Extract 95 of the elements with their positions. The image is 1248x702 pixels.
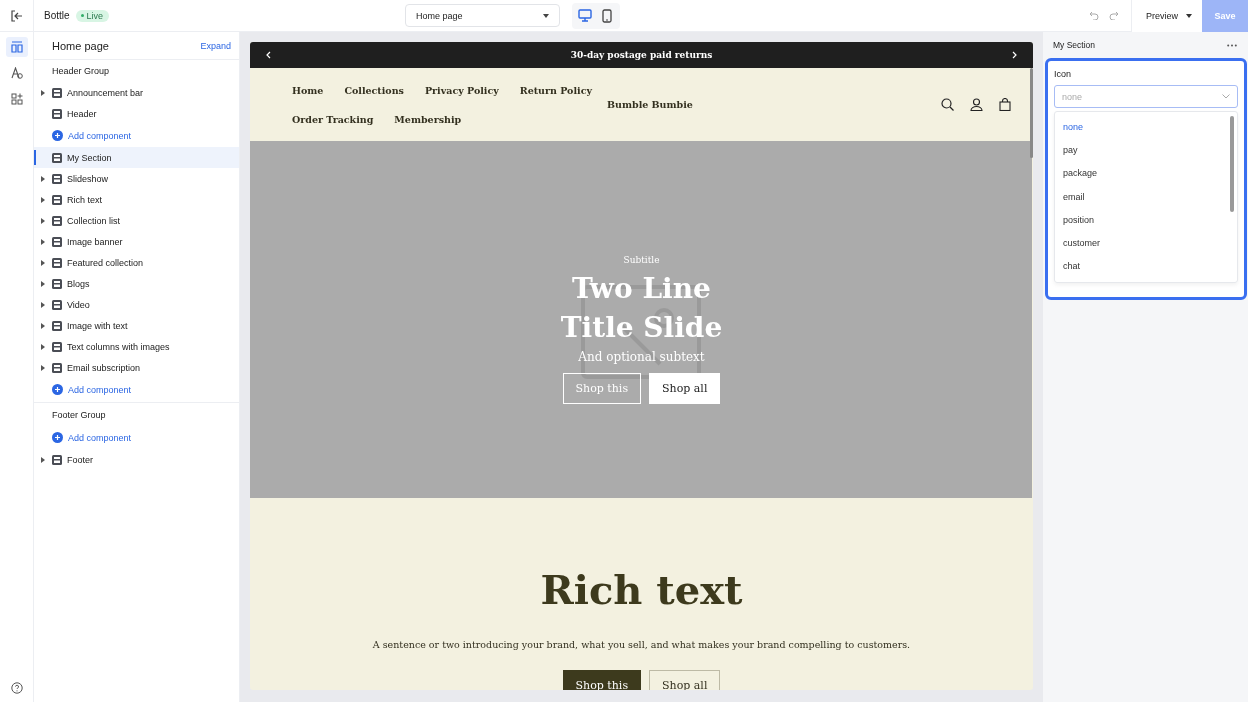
- bag-icon[interactable]: [999, 98, 1011, 111]
- add-blocks-icon[interactable]: [10, 93, 23, 105]
- chevron-down-icon: [1222, 94, 1230, 99]
- section-icon: [52, 194, 62, 205]
- help-icon[interactable]: [10, 682, 23, 694]
- search-icon[interactable]: [941, 98, 954, 111]
- rich-text-title: Rich text: [540, 566, 743, 613]
- dropdown-option[interactable]: none: [1055, 115, 1237, 139]
- expand-link[interactable]: Expand: [200, 40, 231, 51]
- section-item[interactable]: Text columns with images: [34, 336, 239, 357]
- more-icon[interactable]: [1227, 43, 1237, 47]
- expand-caret-icon[interactable]: [40, 280, 46, 287]
- status-badge: Live: [75, 9, 110, 22]
- section-icon: [52, 362, 62, 373]
- add-component-link[interactable]: Add component: [34, 426, 239, 449]
- desktop-icon[interactable]: [578, 9, 593, 22]
- chevron-right-icon[interactable]: [1012, 51, 1017, 59]
- hero-subtext: And optional subtext: [578, 350, 705, 364]
- hero-title: Two Line Title Slide: [560, 271, 723, 346]
- section-icon: [52, 320, 62, 331]
- expand-caret-icon[interactable]: [40, 322, 46, 329]
- section-item[interactable]: Email subscription: [34, 357, 239, 378]
- section-item[interactable]: Image banner: [34, 231, 239, 252]
- dropdown-option[interactable]: email: [1055, 184, 1237, 209]
- section-icon: [52, 108, 62, 119]
- section-icon: [52, 173, 62, 184]
- section-item[interactable]: Rich text: [34, 189, 239, 210]
- expand-caret-icon[interactable]: [40, 301, 46, 308]
- nav-link[interactable]: Collections: [344, 84, 404, 96]
- section-item[interactable]: Collection list: [34, 210, 239, 231]
- expand-caret-icon[interactable]: [40, 217, 46, 224]
- chevron-left-icon[interactable]: [266, 51, 271, 59]
- expand-caret-icon[interactable]: [40, 238, 46, 245]
- layout-icon[interactable]: [10, 41, 23, 53]
- dropdown-option[interactable]: package: [1055, 161, 1237, 185]
- section-item[interactable]: Slideshow: [34, 168, 239, 189]
- plus-icon: [52, 130, 63, 141]
- dropdown-option[interactable]: position: [1055, 208, 1237, 232]
- preview-button[interactable]: Preview: [1131, 0, 1202, 32]
- expand-caret-icon[interactable]: [40, 343, 46, 350]
- announcement-text: 30-day postage paid returns: [570, 50, 713, 60]
- mobile-icon[interactable]: [602, 8, 613, 23]
- nav-link[interactable]: Order Tracking: [292, 113, 374, 125]
- group-heading: Header Group: [51, 65, 111, 78]
- font-shapes-icon[interactable]: [10, 67, 23, 79]
- caret-icon: [543, 13, 550, 18]
- section-icon: [52, 87, 62, 98]
- expand-caret-icon[interactable]: [40, 196, 46, 203]
- section-icon: [52, 278, 62, 289]
- section-icon: [52, 215, 62, 226]
- caret-icon: [1186, 13, 1192, 18]
- section-icon: [52, 236, 62, 247]
- expand-caret-icon[interactable]: [40, 175, 46, 182]
- sidebar-title: Home page: [52, 39, 109, 52]
- add-component-link[interactable]: Add component: [34, 378, 239, 401]
- section-icon: [52, 257, 62, 268]
- section-item[interactable]: Footer: [34, 449, 239, 470]
- group-heading: Footer Group: [51, 409, 107, 422]
- shop-button[interactable]: Shop all: [649, 373, 721, 404]
- nav-link[interactable]: Home: [292, 84, 324, 96]
- hero-subtitle: Subtitle: [623, 255, 660, 265]
- sections-tab[interactable]: [5, 37, 28, 57]
- section-icon: [52, 454, 62, 465]
- plus-icon: [52, 384, 63, 395]
- scrollbar[interactable]: [1230, 116, 1234, 212]
- expand-caret-icon[interactable]: [40, 456, 46, 463]
- rich-text-body: A sentence or two introducing your brand, what you sell, and what makes your brand compelling to customers.: [372, 639, 911, 650]
- nav-link[interactable]: Privacy Policy: [424, 84, 499, 96]
- expand-caret-icon[interactable]: [40, 364, 46, 371]
- exit-icon[interactable]: [10, 9, 23, 22]
- store-name: Bottle: [44, 10, 70, 21]
- section-item[interactable]: Announcement bar: [34, 82, 239, 103]
- nav-link[interactable]: Return Policy: [519, 84, 592, 96]
- field-label: Icon: [1054, 69, 1072, 79]
- plus-icon: [52, 432, 63, 443]
- page-select[interactable]: Home page: [405, 4, 561, 27]
- panel-title: My Section: [1053, 40, 1096, 50]
- nav-link[interactable]: Membership: [394, 113, 462, 125]
- dropdown-option[interactable]: customer: [1055, 231, 1237, 255]
- section-item[interactable]: Featured collection: [34, 252, 239, 273]
- dropdown-option[interactable]: chat: [1055, 254, 1237, 279]
- section-item[interactable]: Image with text: [34, 315, 239, 336]
- expand-caret-icon[interactable]: [40, 89, 46, 96]
- section-item[interactable]: My Section: [34, 147, 239, 168]
- section-icon: [52, 341, 62, 352]
- account-icon[interactable]: [970, 98, 983, 111]
- section-item[interactable]: Blogs: [34, 273, 239, 294]
- section-item[interactable]: Video: [34, 294, 239, 315]
- section-icon: [52, 299, 62, 310]
- store-logo-text[interactable]: Bumble Bumbie: [607, 99, 693, 110]
- section-item[interactable]: Header: [34, 103, 239, 124]
- add-component-link[interactable]: Add component: [34, 124, 239, 147]
- dropdown-option[interactable]: pay: [1055, 138, 1237, 162]
- section-icon: [52, 152, 62, 163]
- expand-caret-icon[interactable]: [40, 259, 46, 266]
